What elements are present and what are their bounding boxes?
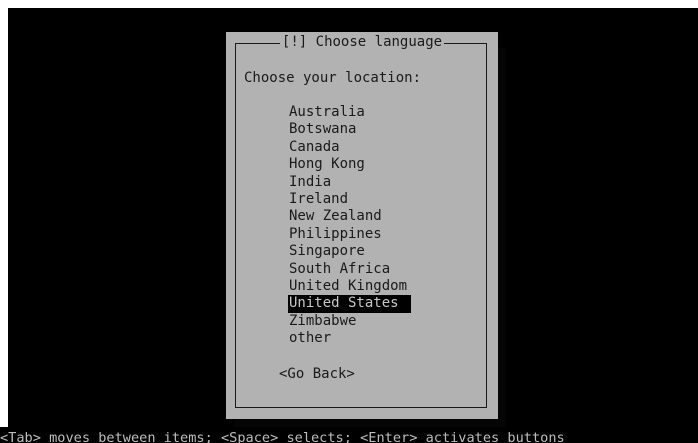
country-option[interactable]: India	[288, 174, 448, 191]
country-option[interactable]: South Africa	[288, 261, 448, 278]
country-option[interactable]: Zimbabwe	[288, 313, 448, 330]
keyboard-help-text: <Tab> moves between items; <Space> selec…	[0, 430, 565, 443]
country-option[interactable]: United Kingdom	[288, 278, 448, 295]
country-option[interactable]: Philippines	[288, 226, 448, 243]
keyboard-help-bar: <Tab> moves between items; <Space> selec…	[0, 427, 690, 443]
country-option[interactable]: New Zealand	[288, 208, 448, 225]
country-option[interactable]: Botswana	[288, 121, 448, 138]
country-option[interactable]: other	[288, 330, 448, 347]
country-option[interactable]: Canada	[288, 139, 448, 156]
country-option[interactable]: Australia	[288, 104, 448, 121]
location-prompt: Choose your location:	[244, 70, 422, 86]
terminal-background: [!] Choose language Choose your location…	[8, 8, 698, 443]
installer-screen: [!] Choose language Choose your location…	[0, 0, 698, 443]
go-back-button[interactable]: <Go Back>	[279, 366, 355, 383]
country-option[interactable]: Hong Kong	[288, 156, 448, 173]
dialog-title: [!] Choose language	[226, 34, 498, 51]
country-option[interactable]: United States	[288, 295, 411, 313]
country-option[interactable]: Ireland	[288, 191, 448, 208]
choose-language-dialog: [!] Choose language Choose your location…	[226, 32, 498, 419]
dialog-title-text: [!] Choose language	[279, 34, 445, 50]
country-option[interactable]: Singapore	[288, 243, 448, 260]
country-list: Australia Botswana Canada Hong Kong India Ire…	[288, 104, 448, 347]
